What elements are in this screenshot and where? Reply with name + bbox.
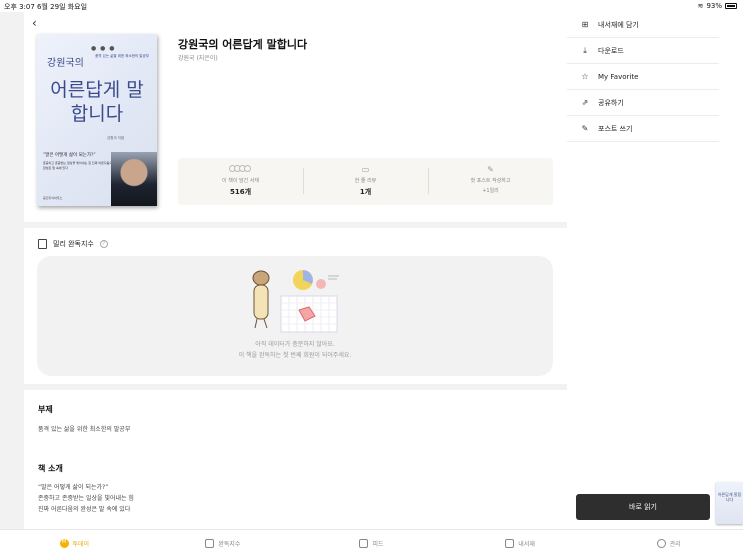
millie-index-empty-state: 아직 데이터가 충분하지 않아요. 이 책을 완독하는 첫 번째 회원이 되어주… bbox=[37, 256, 553, 376]
menu-my-favorite[interactable]: ☆ My Favorite bbox=[567, 64, 719, 90]
book-author[interactable]: 강원국 (지은이) bbox=[178, 53, 218, 62]
stat-reviews[interactable]: ▭ 한 줄 리뷰 1개 bbox=[303, 158, 428, 205]
tab-label: 피드 bbox=[372, 541, 384, 548]
tab-today[interactable]: M 투데이 bbox=[0, 530, 149, 557]
menu-add-to-library[interactable]: ⊞ 내서재에 담기 bbox=[567, 12, 719, 38]
action-side-panel: ⊞ 내서재에 담기 ⤓ 다운로드 ☆ My Favorite ⇗ 공유하기 ✎ … bbox=[567, 12, 743, 529]
tab-reading-index[interactable]: 완독지수 bbox=[149, 530, 298, 557]
menu-label: 포스트 쓰기 bbox=[598, 124, 633, 133]
write-post-icon: ✎ bbox=[581, 124, 589, 133]
intro-line: 진짜 어른다움의 완성은 말 속에 있다 bbox=[38, 506, 131, 513]
empty-state-line2: 이 책을 완독하는 첫 번째 회원이 되어주세요. bbox=[238, 352, 352, 359]
tab-label: 완독지수 bbox=[218, 541, 241, 548]
intro-text: “말은 어떻게 삶이 되는가?” 존중하고 존중받는 일상을 빛어내는 힘 진짜… bbox=[38, 482, 134, 515]
empty-state-illustration bbox=[252, 270, 339, 333]
status-right: ≋ 93% bbox=[698, 2, 737, 10]
book-title: 강원국의 어른답게 말합니다 bbox=[178, 38, 308, 51]
back-icon[interactable]: ‹ bbox=[32, 16, 37, 30]
menu-label: My Favorite bbox=[598, 72, 639, 81]
tab-label: 관리 bbox=[669, 541, 681, 548]
readers-icon bbox=[178, 165, 303, 174]
stat-value: +1일리 bbox=[482, 188, 499, 194]
cover-author: 강원국의 bbox=[47, 58, 84, 69]
stat-libraries[interactable]: 이 책이 담긴 서재 516개 bbox=[178, 158, 303, 205]
intro-heading: 책 소개 bbox=[38, 464, 63, 473]
share-icon: ⇗ bbox=[581, 98, 589, 107]
stat-label: 이 책이 담긴 서재 bbox=[222, 178, 259, 184]
cover-dots: ● ● ● bbox=[91, 45, 116, 52]
author-photo bbox=[111, 152, 157, 206]
wifi-icon: ≋ bbox=[697, 2, 704, 10]
stat-value: 1개 bbox=[359, 188, 372, 196]
millie-index-header: 밀리 완독지수 ? bbox=[38, 239, 108, 249]
comment-icon: ▭ bbox=[361, 165, 370, 174]
cover-title: 어른답게 말합니다 bbox=[50, 79, 144, 125]
read-now-button[interactable]: 바로 읽기 bbox=[576, 494, 710, 520]
subtitle-heading: 부제 bbox=[38, 405, 53, 414]
index-icon bbox=[205, 539, 215, 548]
stat-post[interactable]: ✎ 첫 포스트 작성하고 +1일리 bbox=[428, 158, 553, 205]
feed-icon bbox=[359, 539, 369, 548]
subtitle-text: 품격 있는 삶을 위한 최소한의 말공부 bbox=[38, 426, 131, 433]
status-time-date: 오후 3:07 6월 29일 화요일 bbox=[4, 3, 88, 11]
cover-byline: 강원국 지음 bbox=[107, 136, 125, 140]
book-detail-panel: ‹ ● ● ● 강원국의 품격 있는 삶을 위한 최소한의 말공부 어른답게 말… bbox=[24, 12, 567, 529]
stat-value: 516개 bbox=[229, 188, 252, 196]
cover-quote-line: “말은 어떻게 삶이 되는가?” bbox=[43, 153, 96, 158]
cover-publisher: 웅진지식하우스 bbox=[43, 196, 63, 200]
menu-download[interactable]: ⤓ 다운로드 bbox=[567, 38, 719, 64]
mini-cover-thumbnail[interactable]: 어른답게 말합니다 bbox=[716, 482, 743, 524]
menu-write-post[interactable]: ✎ 포스트 쓰기 bbox=[567, 116, 719, 142]
star-icon: ☆ bbox=[581, 72, 589, 81]
menu-label: 공유하기 bbox=[598, 98, 624, 107]
today-icon: M bbox=[59, 539, 69, 548]
section-divider bbox=[24, 222, 567, 228]
mini-cover-title: 어른답게 말합니다 bbox=[717, 492, 742, 502]
help-icon[interactable]: ? bbox=[99, 240, 108, 248]
empty-state-line1: 아직 데이터가 충분하지 않아요. bbox=[255, 341, 335, 348]
empty-state-message: 아직 데이터가 충분하지 않아요. 이 책을 완독하는 첫 번째 회원이 되어주… bbox=[37, 339, 553, 361]
menu-label: 다운로드 bbox=[598, 46, 624, 55]
menu-label: 내서재에 담기 bbox=[598, 20, 639, 29]
tab-library[interactable]: 내서재 bbox=[446, 530, 595, 557]
book-stats: 이 책이 담긴 서재 516개 ▭ 한 줄 리뷰 1개 ✎ 첫 포스트 작성하고… bbox=[178, 158, 553, 205]
stat-label: 첫 포스트 작성하고 bbox=[470, 178, 511, 184]
tab-manage[interactable]: 관리 bbox=[594, 530, 743, 557]
cover-quote-body: 존중하고 존중받는 일상을 빛어내는 힘 진짜 어른다움의 완성은 말 속에 있… bbox=[43, 161, 113, 170]
book-icon bbox=[38, 239, 47, 249]
battery-percent: 93% bbox=[706, 2, 722, 10]
cover-subtitle: 품격 있는 삶을 위한 최소한의 말공부 bbox=[95, 54, 149, 58]
cover-quote: “말은 어떻게 삶이 되는가?” 존중하고 존중받는 일상을 빛어내는 힘 진짜… bbox=[43, 152, 113, 171]
library-icon bbox=[505, 539, 515, 548]
edit-icon: ✎ bbox=[487, 165, 494, 174]
millie-index-title: 밀리 완독지수 bbox=[53, 240, 94, 248]
section-divider bbox=[24, 384, 567, 390]
book-cover[interactable]: ● ● ● 강원국의 품격 있는 삶을 위한 최소한의 말공부 어른답게 말합니… bbox=[37, 34, 157, 206]
battery-icon bbox=[725, 3, 737, 9]
library-add-icon: ⊞ bbox=[581, 20, 589, 29]
download-icon: ⤓ bbox=[583, 45, 587, 55]
bottom-tab-bar: M 투데이 완독지수 피드 내서재 관리 bbox=[0, 529, 743, 557]
tab-label: 내서재 bbox=[518, 541, 535, 548]
tab-feed[interactable]: 피드 bbox=[297, 530, 446, 557]
menu-share[interactable]: ⇗ 공유하기 bbox=[567, 90, 719, 116]
intro-line: “말은 어떻게 삶이 되는가?” bbox=[38, 484, 109, 491]
tab-label: 투데이 bbox=[72, 541, 90, 548]
status-bar: 오후 3:07 6월 29일 화요일 ≋ 93% bbox=[0, 0, 743, 12]
stat-label: 한 줄 리뷰 bbox=[354, 178, 377, 184]
profile-icon bbox=[656, 539, 666, 548]
intro-line: 존중하고 존중받는 일상을 빛어내는 힘 bbox=[38, 495, 134, 502]
